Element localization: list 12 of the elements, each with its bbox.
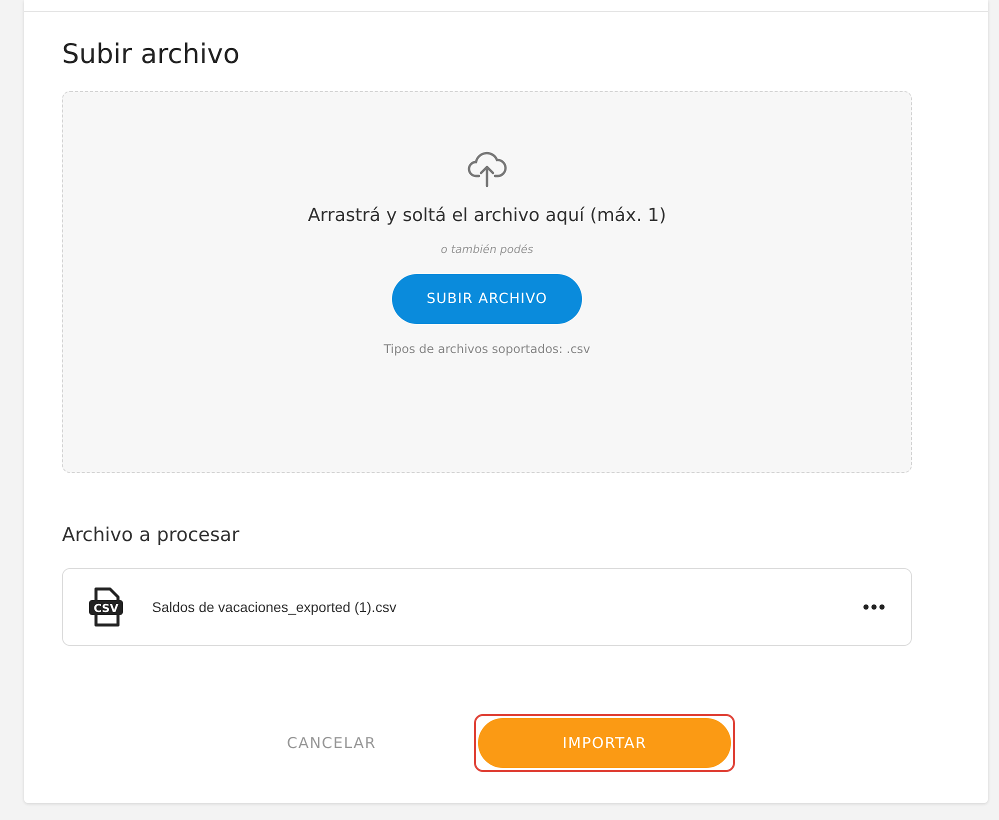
cancel-button[interactable]: CANCELAR — [280, 718, 382, 768]
file-name: Saldos de vacaciones_exported (1).csv — [152, 599, 398, 615]
upload-button[interactable]: SUBIR ARCHIVO — [392, 274, 582, 324]
drop-message: Arrastrá y soltá el archivo aquí (máx. 1) — [308, 205, 666, 226]
section-heading: Archivo a procesar — [62, 523, 240, 547]
drop-zone[interactable]: Arrastrá y soltá el archivo aquí (máx. 1) o también podés SUBIR ARCHIVO Tipos de archivos soportados: .csv — [62, 91, 912, 473]
import-button[interactable]: IMPORTAR — [478, 718, 732, 768]
supported-types-text: Tipos de archivos soportados: .csv — [384, 342, 590, 356]
alternative-text: o también podés — [440, 243, 534, 256]
cloud-upload-icon — [467, 150, 507, 188]
section-title: Subir archivo — [62, 39, 241, 71]
more-icon — [863, 604, 885, 610]
